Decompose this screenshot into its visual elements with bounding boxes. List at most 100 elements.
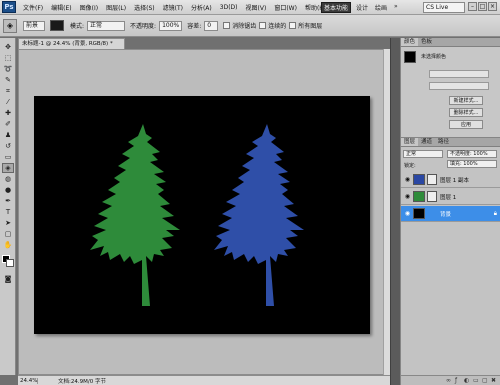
menu-image[interactable]: 图像(I) bbox=[76, 3, 102, 12]
layer-thumbnail bbox=[413, 191, 425, 202]
tab-channels[interactable]: 通道 bbox=[418, 138, 435, 146]
layer-row[interactable]: ◉ 图层 1 副本 bbox=[401, 172, 500, 188]
image-canvas[interactable] bbox=[34, 96, 370, 334]
lock-label: 锁定: bbox=[404, 163, 416, 169]
color-field-1[interactable] bbox=[429, 70, 489, 78]
menu-filter[interactable]: 滤镜(T) bbox=[159, 3, 187, 12]
dodge-tool-icon[interactable]: ● bbox=[2, 185, 14, 195]
layers-panel-footer: ∞ ƒ ◐ ▭ ▢ ✖ bbox=[400, 375, 500, 385]
green-tree bbox=[90, 124, 180, 306]
menu-select[interactable]: 选择(S) bbox=[130, 3, 159, 12]
tools-panel: ✥ ⬚ ➰ ✎ ⌗ ⁄ ✚ ✐ ♟ ↺ ▭ ◈ ◍ ● ✒ T ➤ ▢ ✋ ◙ bbox=[0, 38, 16, 375]
history-brush-tool-icon[interactable]: ↺ bbox=[2, 141, 14, 151]
delete-style-button[interactable]: 删除样式... bbox=[449, 108, 483, 117]
layer-row[interactable]: ◉ 图层 1 bbox=[401, 189, 500, 205]
trees-artwork bbox=[90, 124, 304, 306]
workspace-painting-link[interactable]: 绘画 bbox=[375, 3, 387, 12]
trash-icon[interactable]: ✖ bbox=[491, 377, 497, 384]
vertical-scrollbar[interactable] bbox=[383, 49, 390, 375]
minimize-icon[interactable]: – bbox=[468, 2, 477, 11]
color-panel-title: 未选择颜色 bbox=[421, 54, 447, 60]
eye-icon[interactable]: ◉ bbox=[404, 210, 411, 217]
fill-source-select[interactable]: 前景 bbox=[23, 20, 45, 31]
menu-edit[interactable]: 编辑(E) bbox=[47, 3, 75, 12]
path-select-tool-icon[interactable]: ➤ bbox=[2, 218, 14, 228]
new-layer-icon[interactable]: ▢ bbox=[482, 377, 488, 384]
apply-button[interactable]: 应用 bbox=[449, 120, 483, 129]
workspace-more-link[interactable]: » bbox=[394, 3, 398, 10]
ps-logo: Ps bbox=[2, 1, 16, 13]
document-tab[interactable]: 未标题-1 @ 24.4% (背景, RGB/8) * bbox=[18, 38, 125, 49]
maximize-icon[interactable]: □ bbox=[478, 2, 487, 11]
layer-fill-input[interactable]: 填充: 100% bbox=[447, 160, 497, 168]
quick-select-tool-icon[interactable]: ✎ bbox=[2, 75, 14, 85]
layer-thumbnail bbox=[413, 208, 425, 219]
workspace-design-link[interactable]: 设计 bbox=[356, 3, 368, 12]
workspace-essentials-button[interactable]: 基本功能 bbox=[321, 2, 351, 13]
photoshop-window: Ps 文件(F) 编辑(E) 图像(I) 图层(L) 选择(S) 滤镜(T) 分… bbox=[0, 0, 500, 385]
menu-analysis[interactable]: 分析(A) bbox=[187, 3, 216, 12]
lasso-tool-icon[interactable]: ➰ bbox=[2, 64, 14, 74]
pen-tool-icon[interactable]: ✒ bbox=[2, 196, 14, 206]
menu-3d[interactable]: 3D(D) bbox=[216, 4, 242, 11]
tab-layers[interactable]: 图层 bbox=[401, 138, 419, 146]
menu-layer[interactable]: 图层(L) bbox=[102, 3, 130, 12]
tolerance-input[interactable]: 0 bbox=[204, 20, 219, 31]
options-bar: ◈ 前景 模式: 正常 不透明度: 100% 容差: 0 消除锯齿 连续的 所有… bbox=[0, 15, 500, 37]
fx-icon[interactable]: ƒ bbox=[455, 377, 461, 384]
layers-panel: 图层 通道 路径 正常 不透明度: 100% 锁定: 填充: 100% ◉ 图层… bbox=[400, 138, 500, 375]
marquee-tool-icon[interactable]: ⬚ bbox=[2, 53, 14, 63]
layer-thumbnail bbox=[413, 174, 425, 185]
eyedropper-tool-icon[interactable]: ⁄ bbox=[2, 97, 14, 107]
quick-mask-icon[interactable]: ◙ bbox=[2, 274, 14, 284]
tab-paths[interactable]: 路径 bbox=[435, 138, 452, 146]
healing-tool-icon[interactable]: ✚ bbox=[2, 108, 14, 118]
layer-name: 背景 bbox=[440, 211, 452, 218]
menu-window[interactable]: 窗口(W) bbox=[270, 3, 301, 12]
add-mask-icon[interactable]: ◐ bbox=[464, 377, 470, 384]
mode-select[interactable]: 正常 bbox=[87, 20, 126, 31]
blur-tool-icon[interactable]: ◍ bbox=[2, 174, 14, 184]
type-tool-icon[interactable]: T bbox=[2, 207, 14, 217]
status-bar: 24.4% 文档:24.9M/0 字节 bbox=[18, 375, 390, 385]
eraser-tool-icon[interactable]: ▭ bbox=[2, 152, 14, 162]
layer-name: 图层 1 bbox=[440, 194, 457, 201]
color-field-2[interactable] bbox=[429, 82, 489, 90]
shape-tool-icon[interactable]: ▢ bbox=[2, 229, 14, 239]
panel-dock-strip[interactable] bbox=[390, 38, 400, 385]
close-icon[interactable]: × bbox=[488, 2, 497, 11]
hand-tool-icon[interactable]: ✋ bbox=[2, 240, 14, 250]
brush-tool-icon[interactable]: ✐ bbox=[2, 119, 14, 129]
layers-panel-tabs: 图层 通道 路径 bbox=[401, 138, 500, 147]
status-doc-info: 文档:24.9M/0 字节 bbox=[58, 378, 106, 385]
background-color-swatch[interactable] bbox=[6, 259, 14, 267]
eye-icon[interactable]: ◉ bbox=[404, 193, 411, 200]
menu-file[interactable]: 文件(F) bbox=[19, 3, 47, 12]
layer-name: 图层 1 副本 bbox=[440, 177, 469, 184]
pattern-swatch[interactable] bbox=[50, 20, 64, 31]
eye-icon[interactable]: ◉ bbox=[404, 176, 411, 183]
opacity-label: 不透明度: bbox=[130, 23, 157, 30]
current-color-swatch[interactable] bbox=[404, 51, 416, 63]
move-tool-icon[interactable]: ✥ bbox=[2, 42, 14, 52]
antialias-checkbox[interactable] bbox=[223, 22, 231, 29]
status-zoom[interactable]: 24.4% bbox=[18, 377, 38, 384]
new-group-icon[interactable]: ▭ bbox=[473, 377, 479, 384]
all-layers-checkbox[interactable] bbox=[289, 22, 297, 29]
tab-color[interactable]: 颜色 bbox=[401, 38, 419, 46]
contiguous-checkbox[interactable] bbox=[259, 22, 267, 29]
link-layers-icon[interactable]: ∞ bbox=[446, 377, 452, 384]
layer-opacity-input[interactable]: 不透明度: 100% bbox=[447, 150, 497, 158]
layer-row-selected[interactable]: ◉ 背景 🔒︎ bbox=[401, 206, 500, 222]
crop-tool-icon[interactable]: ⌗ bbox=[2, 86, 14, 96]
cs-live-button[interactable]: CS Live bbox=[423, 2, 465, 13]
blend-mode-select[interactable]: 正常 bbox=[403, 150, 443, 158]
new-style-button[interactable]: 新建样式... bbox=[449, 96, 483, 105]
stamp-tool-icon[interactable]: ♟ bbox=[2, 130, 14, 140]
menu-view[interactable]: 视图(V) bbox=[242, 3, 271, 12]
tab-swatches[interactable]: 色板 bbox=[418, 38, 435, 46]
paint-bucket-icon[interactable]: ◈ bbox=[3, 18, 17, 33]
paint-bucket-tool-icon[interactable]: ◈ bbox=[2, 163, 14, 173]
opacity-input[interactable]: 100% bbox=[159, 20, 183, 31]
contiguous-label: 连续的 bbox=[268, 23, 287, 30]
